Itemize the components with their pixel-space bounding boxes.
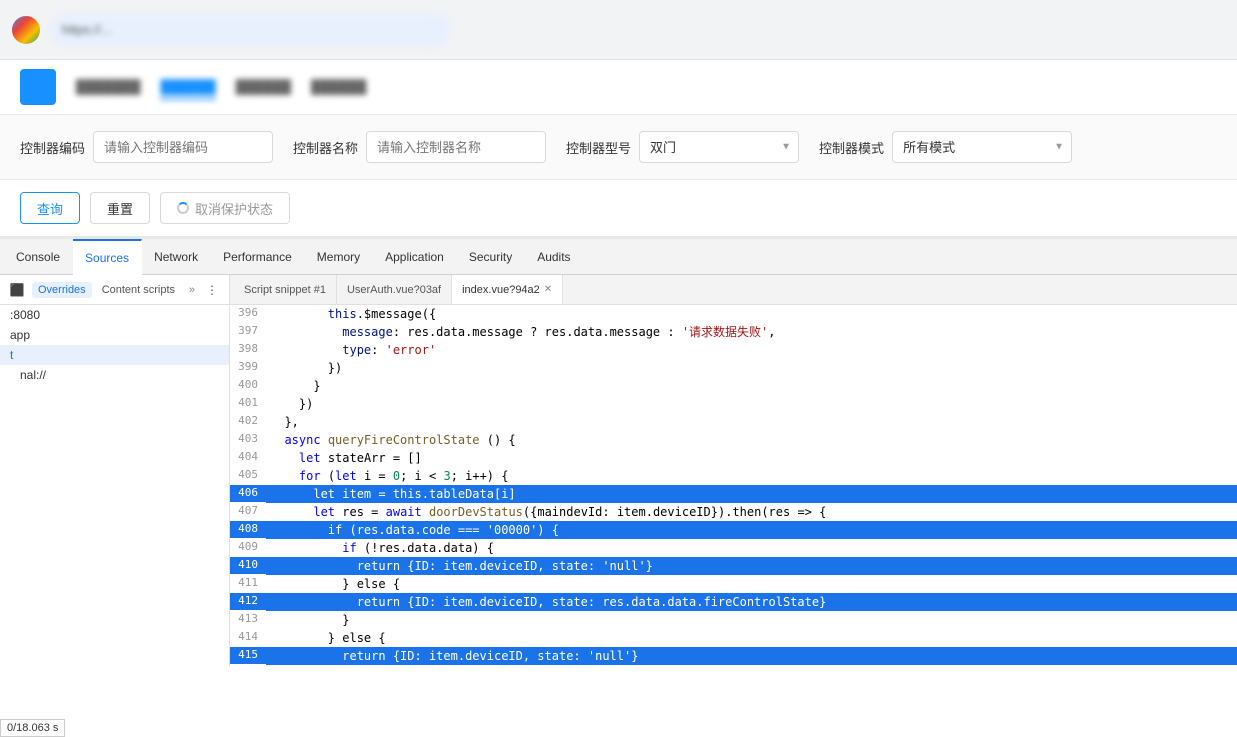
sidebar-item-app[interactable]: app	[0, 325, 229, 345]
filter-controller-name: 控制器名称	[293, 131, 546, 163]
devtools-sidebar: ⬛ Overrides Content scripts » ⋮ :8080 ap…	[0, 275, 230, 667]
code-line-412: 412 return {ID: item.deviceID, state: re…	[230, 593, 1237, 611]
filter-bar: 控制器编码 控制器名称 控制器型号 双门 ▼ 控制器模式 所有模式 ▼	[0, 115, 1237, 180]
code-line-407: 407 let res = await doorDevStatus({maind…	[230, 503, 1237, 521]
app-logo-icon	[20, 69, 56, 105]
sidebar-options-icon[interactable]: ⋮	[201, 279, 223, 301]
code-tab-script-snippet[interactable]: Script snippet #1	[234, 275, 337, 305]
code-tab-userauth[interactable]: UserAuth.vue?03af	[337, 275, 452, 305]
sidebar-tab-content-scripts[interactable]: Content scripts	[96, 282, 181, 298]
code-line-406: 406 let item = this.tableData[i]	[230, 485, 1237, 503]
code-line-408: 408 if (res.data.code === '00000') {	[230, 521, 1237, 539]
code-line-401: 401 })	[230, 395, 1237, 413]
code-line-400: 400 }	[230, 377, 1237, 395]
code-tabs-row: Script snippet #1 UserAuth.vue?03af inde…	[230, 275, 1237, 305]
tab-security[interactable]: Security	[457, 239, 525, 275]
controller-code-input[interactable]	[93, 131, 273, 163]
nav-item-1[interactable]: ███████	[76, 75, 140, 100]
filter-controller-mode: 控制器模式 所有模式 ▼	[819, 131, 1072, 163]
controller-mode-label: 控制器模式	[819, 138, 884, 157]
code-line-416: 416 }	[230, 665, 1237, 667]
code-line-402: 402 },	[230, 413, 1237, 431]
sidebar-items: :8080 app t nal://	[0, 305, 229, 667]
code-content[interactable]: 396 this.$message({ 397 message: res.dat…	[230, 305, 1237, 667]
code-line-399: 399 })	[230, 359, 1237, 377]
loading-spinner-icon	[177, 202, 189, 214]
timer-label: 0/18.063 s	[7, 722, 58, 734]
code-area: Script snippet #1 UserAuth.vue?03af inde…	[230, 275, 1237, 667]
code-line-411: 411 } else {	[230, 575, 1237, 593]
button-bar: 查询 重置 取消保护状态	[0, 180, 1237, 237]
cancel-save-button[interactable]: 取消保护状态	[160, 192, 290, 224]
code-line-405: 405 for (let i = 0; i < 3; i++) {	[230, 467, 1237, 485]
code-line-396: 396 this.$message({	[230, 305, 1237, 323]
tab-memory[interactable]: Memory	[305, 239, 373, 275]
controller-type-select-wrapper: 双门 ▼	[639, 131, 799, 163]
tab-network[interactable]: Network	[142, 239, 211, 275]
app-header: ███████ ██████ ██████ ██████	[0, 60, 1237, 115]
timer-badge: 0/18.063 s	[0, 719, 65, 737]
sidebar-item-nal[interactable]: nal://	[0, 365, 229, 385]
controller-type-label: 控制器型号	[566, 138, 631, 157]
devtools-panel: Console Sources Network Performance Memo…	[0, 237, 1237, 667]
sidebar-controls: ⬛ Overrides Content scripts » ⋮	[0, 275, 229, 305]
app-nav: ███████ ██████ ██████ ██████	[76, 75, 366, 100]
nav-item-4[interactable]: ██████	[311, 75, 366, 100]
code-line-397: 397 message: res.data.message ? res.data…	[230, 323, 1237, 341]
tab-sources[interactable]: Sources	[73, 239, 142, 275]
controller-mode-select[interactable]: 所有模式	[892, 131, 1072, 163]
code-line-414: 414 } else {	[230, 629, 1237, 647]
code-line-404: 404 let stateArr = []	[230, 449, 1237, 467]
sidebar-tab-overrides[interactable]: Overrides	[32, 282, 92, 298]
code-line-409: 409 if (!res.data.data) {	[230, 539, 1237, 557]
devtools-body: ⬛ Overrides Content scripts » ⋮ :8080 ap…	[0, 275, 1237, 667]
controller-type-select[interactable]: 双门	[639, 131, 799, 163]
close-tab-icon[interactable]: ✕	[544, 284, 552, 295]
tab-console[interactable]: Console	[4, 239, 73, 275]
sidebar-item-8080[interactable]: :8080	[0, 305, 229, 325]
controller-name-input[interactable]	[366, 131, 546, 163]
tab-application[interactable]: Application	[373, 239, 457, 275]
filter-controller-type: 控制器型号 双门 ▼	[566, 131, 799, 163]
controller-mode-select-wrapper: 所有模式 ▼	[892, 131, 1072, 163]
devtools-tab-bar: Console Sources Network Performance Memo…	[0, 239, 1237, 275]
code-line-415: 415 return {ID: item.deviceID, state: 'n…	[230, 647, 1237, 665]
sidebar-more-icon[interactable]: »	[189, 284, 195, 296]
tab-performance[interactable]: Performance	[211, 239, 305, 275]
code-line-410: 410 return {ID: item.deviceID, state: 'n…	[230, 557, 1237, 575]
controller-code-label: 控制器编码	[20, 138, 85, 157]
browser-topbar: https://...	[0, 0, 1237, 60]
query-button[interactable]: 查询	[20, 192, 80, 224]
code-tab-index-vue[interactable]: index.vue?94a2 ✕	[452, 275, 563, 305]
browser-logo-icon	[12, 16, 40, 44]
code-line-398: 398 type: 'error'	[230, 341, 1237, 359]
code-line-403: 403 async queryFireControlState () {	[230, 431, 1237, 449]
reset-button[interactable]: 重置	[90, 192, 150, 224]
filter-controller-code: 控制器编码	[20, 131, 273, 163]
code-line-413: 413 }	[230, 611, 1237, 629]
tab-audits[interactable]: Audits	[525, 239, 583, 275]
url-bar[interactable]: https://...	[50, 14, 450, 46]
sidebar-nav-icon[interactable]: ⬛	[6, 279, 28, 301]
sidebar-item-label: app	[10, 328, 30, 342]
sidebar-item-t[interactable]: t	[0, 345, 229, 365]
nav-item-3[interactable]: ██████	[236, 75, 291, 100]
controller-name-label: 控制器名称	[293, 138, 358, 157]
nav-item-2[interactable]: ██████	[160, 75, 215, 100]
sidebar-item-label: t	[10, 348, 13, 362]
sidebar-item-label: :8080	[10, 308, 40, 322]
sidebar-item-label: nal://	[20, 368, 46, 382]
